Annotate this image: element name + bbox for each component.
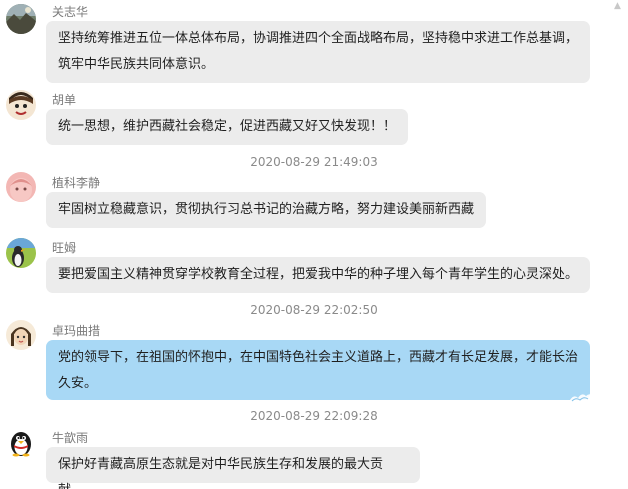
message-bubble[interactable]: 牢固树立稳藏意识，贯彻执行习总书记的治藏方略，努力建设美丽新西藏 bbox=[46, 192, 486, 228]
message-line: 统一思想，维护西藏社会稳定，促进西藏又好又快发现！！ bbox=[58, 119, 397, 134]
qq-penguin-avatar[interactable] bbox=[6, 427, 36, 457]
sender-name: 胡单 bbox=[52, 93, 77, 107]
message-bubble[interactable]: 党的领导下，在祖国的怀抱中，在中国特色社会主义道路上，西藏才有长足发展，才能长治… bbox=[46, 340, 592, 402]
sender-name: 旺姆 bbox=[52, 241, 77, 255]
scroll-up-arrow-icon[interactable]: ▲ bbox=[614, 2, 624, 11]
timestamp: 2020-08-29 21:49:03 bbox=[250, 155, 378, 169]
penguin-avatar[interactable] bbox=[6, 238, 36, 268]
wave-decoration-icon bbox=[570, 394, 592, 402]
landscape-photo-avatar[interactable] bbox=[6, 4, 36, 34]
message-line: 保护好青藏高原生态就是对中华民族生存和发展的最大贡献。 bbox=[58, 457, 384, 489]
timestamp: 2020-08-29 22:09:28 bbox=[250, 409, 378, 423]
message-line: 要把爱国主义精神贯穿学校教育全过程，把爱我中华的种子埋入每个青年学生的心灵深处。 bbox=[58, 267, 579, 282]
message-line: 牢固树立稳藏意识，贯彻执行习总书记的治藏方略，努力建设美丽新西藏 bbox=[58, 202, 475, 217]
sender-name: 关志华 bbox=[52, 5, 89, 19]
timestamp: 2020-08-29 22:02:50 bbox=[250, 303, 378, 317]
sender-name: 卓玛曲措 bbox=[52, 324, 101, 338]
message-bubble[interactable]: 坚持统筹推进五位一体总体布局，协调推进四个全面战略布局，坚持稳中求进工作总基调，… bbox=[46, 21, 590, 83]
message-line: 党的领导下，在祖国的怀抱中，在中国特色社会主义道路上，西藏才有长足发展，才能长治 bbox=[58, 350, 579, 365]
message-line: 久安。 bbox=[58, 376, 98, 391]
message-bubble[interactable]: 统一思想，维护西藏社会稳定，促进西藏又好又快发现！！ bbox=[46, 109, 408, 145]
pink-face-avatar[interactable] bbox=[6, 172, 36, 202]
message-bubble[interactable]: 保护好青藏高原生态就是对中华民族生存和发展的最大贡献。 bbox=[46, 447, 420, 489]
sender-name: 植科李静 bbox=[52, 176, 101, 190]
message-line: 坚持统筹推进五位一体总体布局，协调推进四个全面战略布局，坚持稳中求进工作总基调， bbox=[58, 31, 579, 46]
cartoon-face-avatar[interactable] bbox=[6, 90, 36, 120]
message-bubble[interactable]: 要把爱国主义精神贯穿学校教育全过程，把爱我中华的种子埋入每个青年学生的心灵深处。 bbox=[46, 257, 590, 293]
sender-name: 牛歆雨 bbox=[52, 431, 89, 445]
girl-avatar[interactable] bbox=[6, 320, 36, 350]
message-line: 筑牢中华民族共同体意识。 bbox=[58, 57, 215, 72]
